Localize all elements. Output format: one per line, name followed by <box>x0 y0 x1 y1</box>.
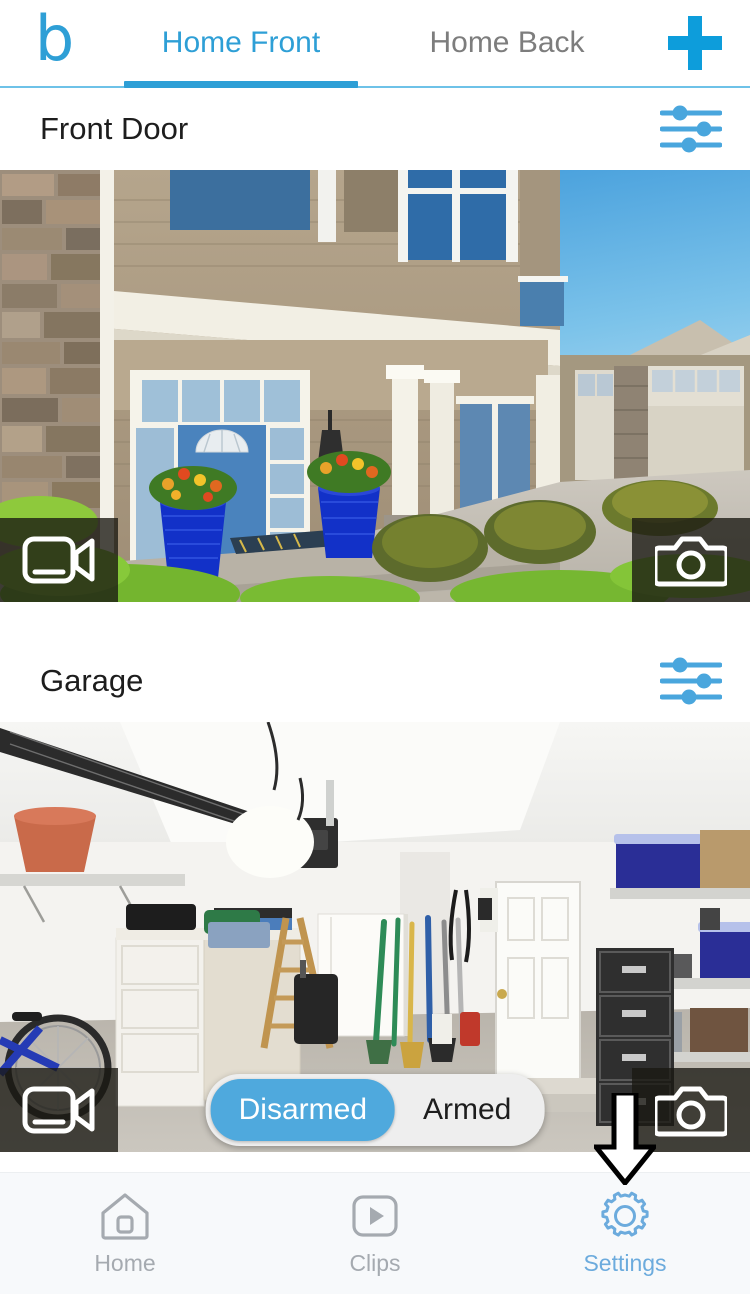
app-root: b Home Front Home Back Front Door Garage… <box>0 0 750 1294</box>
sliders-icon <box>660 105 722 153</box>
photo-camera-icon <box>655 1086 727 1137</box>
video-camera-icon <box>22 1086 95 1134</box>
tab-clips[interactable]: Clips <box>250 1173 500 1294</box>
arm-disarm-segmented-control[interactable]: Disarmed Armed <box>205 1074 545 1146</box>
play-square-icon <box>352 1194 398 1237</box>
add-device-button[interactable] <box>640 0 750 86</box>
video-camera-icon <box>22 536 95 584</box>
card-separator <box>0 602 750 640</box>
camera-system-tabs: Home Front Home Back <box>108 0 640 88</box>
record-video-button-front-door[interactable] <box>0 518 118 602</box>
tab-home-back-label: Home Back <box>429 26 585 59</box>
camera-header-front-door: Front Door <box>0 88 750 170</box>
plus-icon <box>668 16 722 70</box>
segment-disarmed[interactable]: Disarmed <box>210 1079 396 1141</box>
house-icon <box>101 1192 149 1240</box>
camera-card-front-door: Front Door <box>0 88 750 602</box>
tab-home-front-label: Home Front <box>161 26 321 59</box>
camera-preview-front-door[interactable] <box>0 170 750 602</box>
photo-camera-icon <box>655 536 727 587</box>
tab-home[interactable]: Home <box>0 1173 250 1294</box>
camera-preview-garage[interactable]: Disarmed Armed <box>0 722 750 1152</box>
segment-armed[interactable]: Armed <box>395 1079 539 1141</box>
tab-settings-label: Settings <box>583 1249 667 1276</box>
gear-icon <box>601 1191 649 1237</box>
app-logo: b <box>34 2 74 75</box>
camera-card-garage: Garage Disarmed Armed <box>0 640 750 1152</box>
tab-home-front[interactable]: Home Front <box>108 0 374 88</box>
record-video-button-garage[interactable] <box>0 1068 118 1152</box>
take-photo-button-front-door[interactable] <box>632 518 750 602</box>
top-navigation-bar: b Home Front Home Back <box>0 0 750 88</box>
camera-name-garage: Garage <box>40 663 144 698</box>
camera-header-garage: Garage <box>0 640 750 722</box>
tab-settings[interactable]: Settings <box>500 1173 750 1294</box>
camera-settings-button-front-door[interactable] <box>660 103 722 155</box>
tab-clips-label: Clips <box>349 1249 401 1276</box>
sliders-icon <box>660 657 722 705</box>
camera-name-front-door: Front Door <box>40 111 189 146</box>
take-photo-button-garage[interactable] <box>632 1068 750 1152</box>
bottom-tab-bar: Home Clips Settings <box>0 1172 750 1294</box>
tab-home-label: Home <box>94 1249 156 1276</box>
camera-settings-button-garage[interactable] <box>660 655 722 707</box>
tab-home-back[interactable]: Home Back <box>374 0 640 86</box>
